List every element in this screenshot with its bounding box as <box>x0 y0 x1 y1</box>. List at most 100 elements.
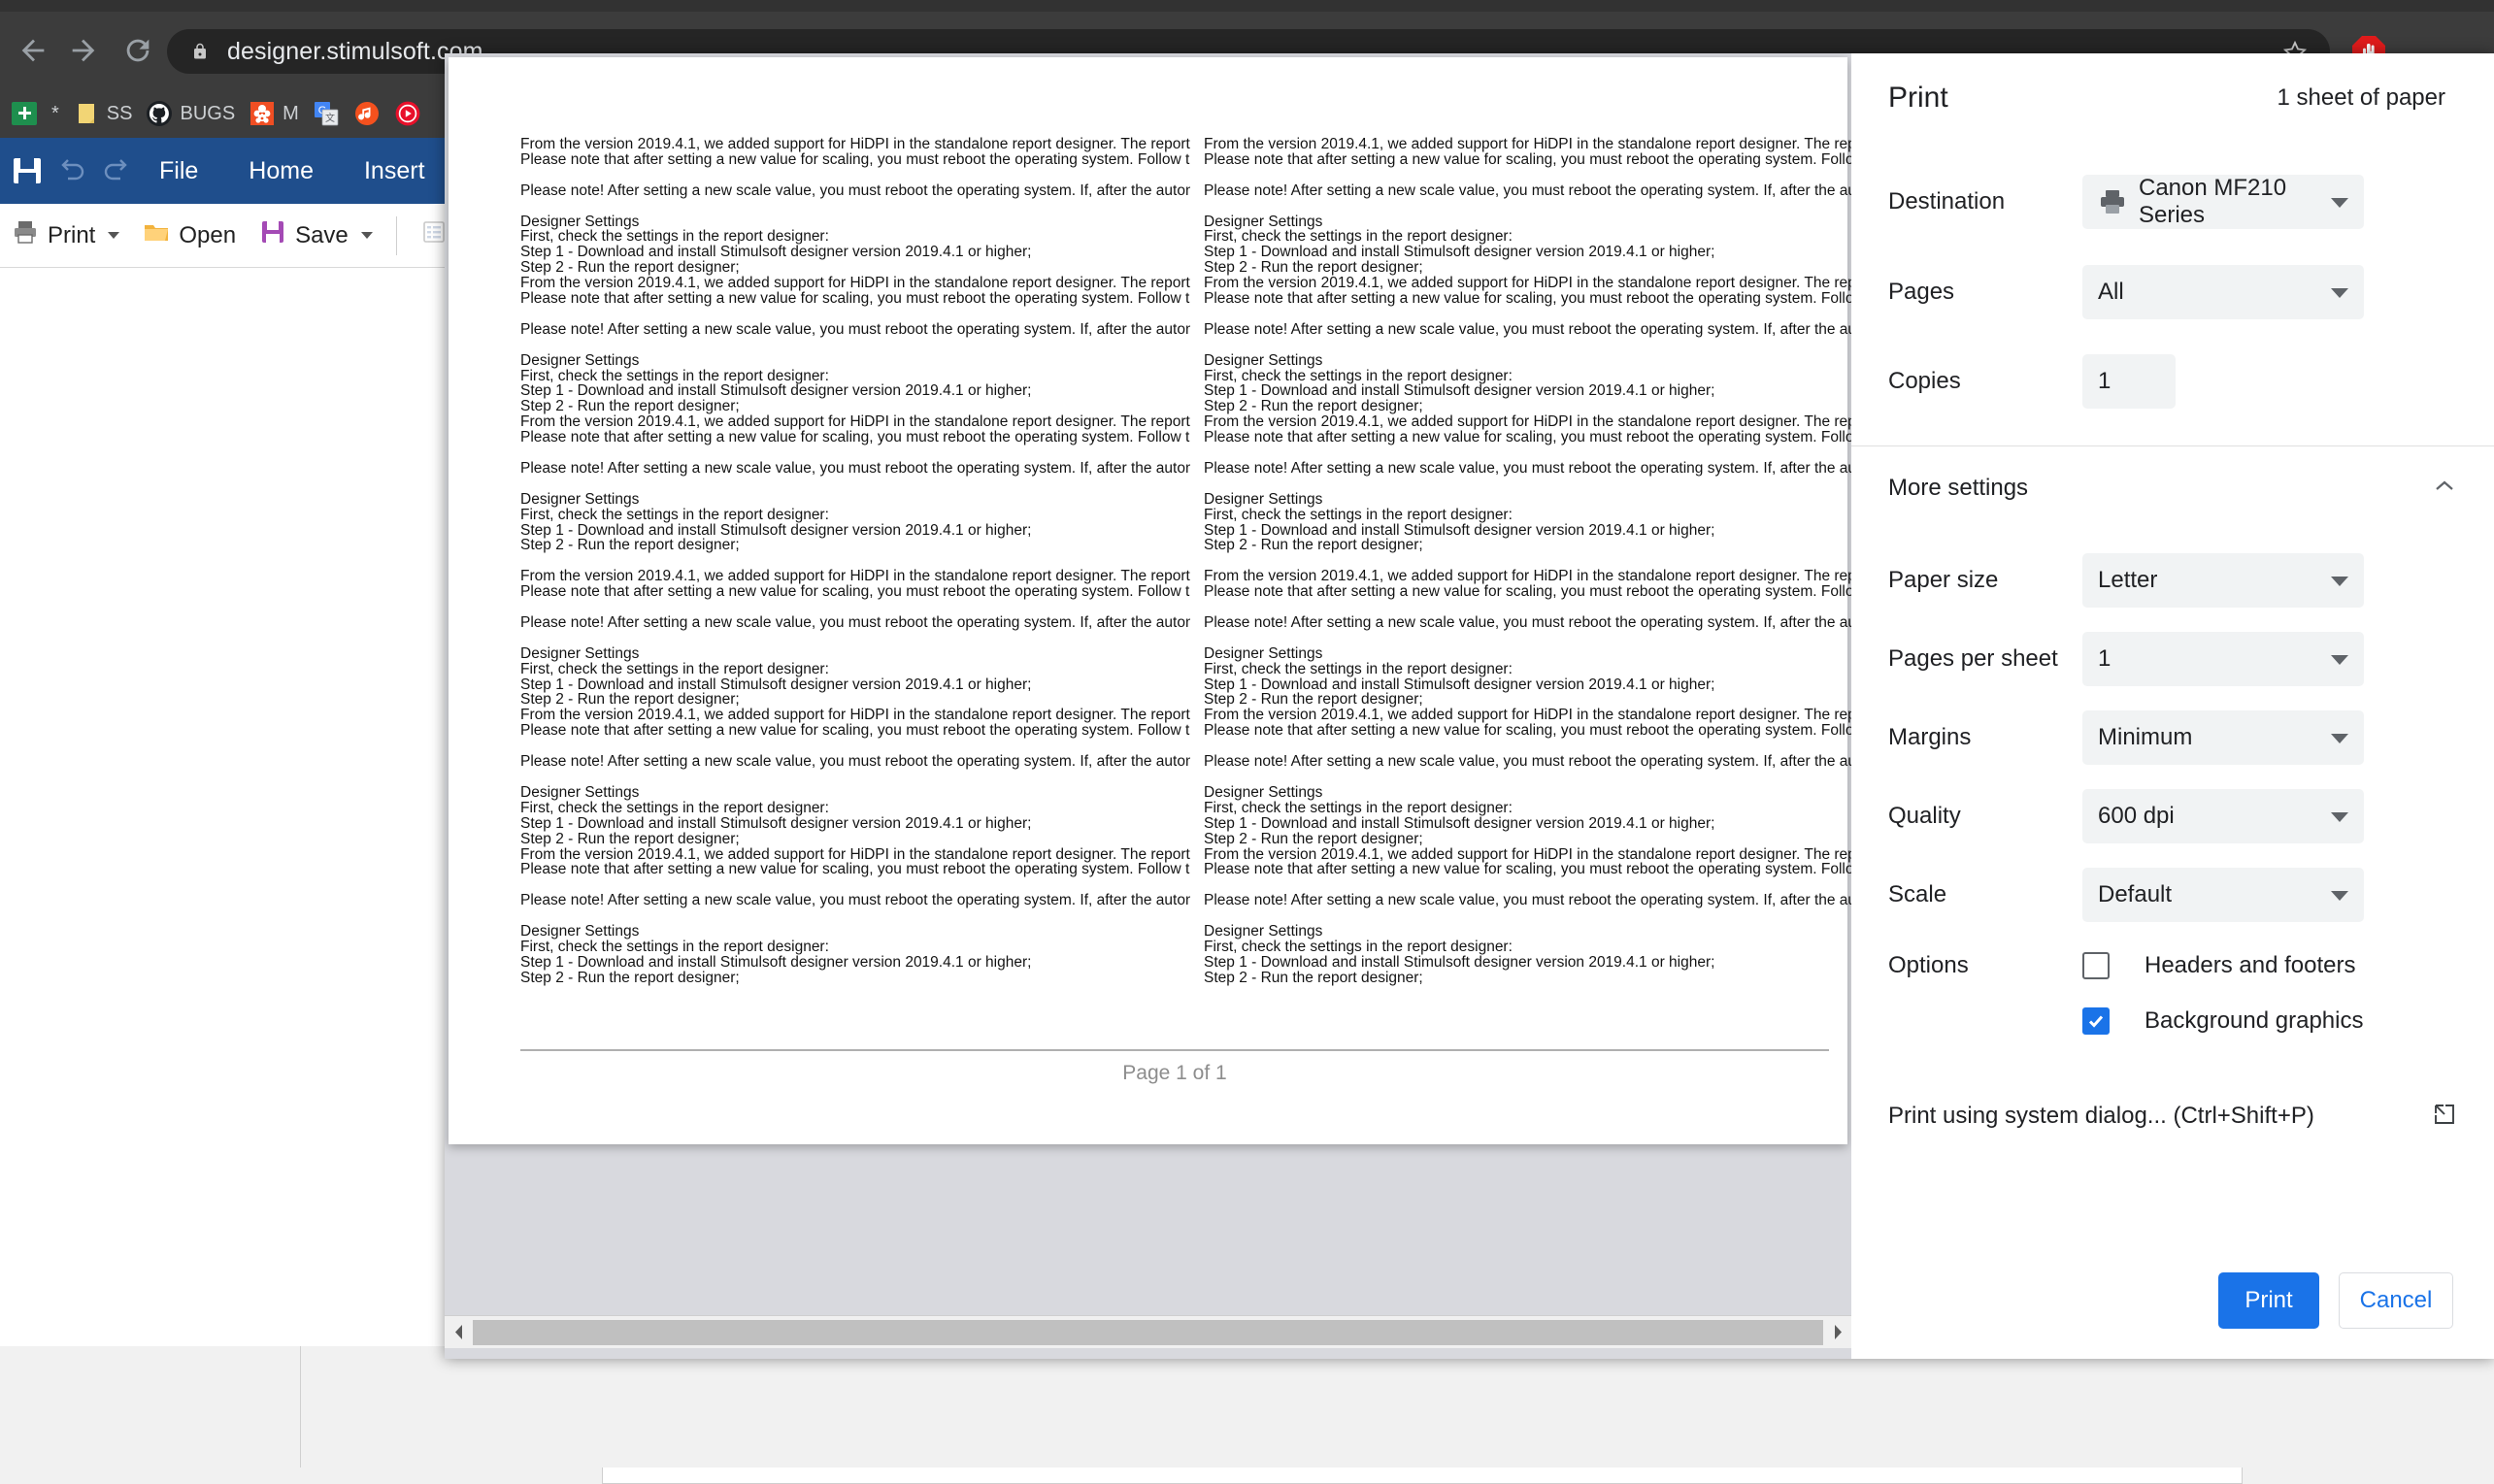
bookmark-label: M <box>283 102 299 124</box>
doc-line: Please note that after setting a new val… <box>1204 722 1851 740</box>
save-button[interactable]: Save <box>248 212 384 260</box>
doc-line: Step 1 - Download and install Stimulsoft… <box>520 382 1032 400</box>
redo-icon[interactable] <box>99 153 134 188</box>
ribbon-tab-file[interactable]: File <box>134 157 223 185</box>
doc-blank-line <box>1204 199 1851 214</box>
doc-line: First, check the settings in the report … <box>520 506 829 523</box>
print-using-system-dialog-link[interactable]: Print using system dialog... (Ctrl+Shift… <box>1888 1097 2457 1136</box>
doc-blank-line <box>1204 553 1851 569</box>
doc-line: First, check the settings in the report … <box>520 228 829 246</box>
doc-line: Step 2 - Run the report designer; <box>520 830 740 847</box>
save-disk-icon[interactable] <box>10 153 45 188</box>
doc-blank-line <box>520 600 1190 615</box>
ribbon-tab-insert[interactable]: Insert <box>339 157 450 185</box>
doc-line: Step 2 - Run the report designer; <box>520 691 740 709</box>
chevron-down-icon <box>2331 577 2348 586</box>
print-button[interactable]: Print <box>2218 1272 2319 1329</box>
pages-per-sheet-label: Pages per sheet <box>1888 645 2058 672</box>
bookmark-item-m[interactable]: M <box>242 93 306 134</box>
headers-and-footers-checkbox[interactable] <box>2082 952 2110 979</box>
doc-line: Step 2 - Run the report designer; <box>1204 969 1423 986</box>
more-settings-toggle[interactable]: More settings <box>1888 465 2457 511</box>
doc-line: Step 2 - Run the report designer; <box>1204 691 1423 709</box>
preview-horizontal-scrollbar[interactable] <box>445 1315 1851 1348</box>
doc-line: From the version 2019.4.1, we added supp… <box>520 568 1190 585</box>
print-settings-panel: Print 1 sheet of paper Destination Canon… <box>1851 53 2494 1359</box>
options-label: Options <box>1888 952 1969 978</box>
print-preview-area: From the version 2019.4.1, we added supp… <box>445 53 1851 1359</box>
chevron-down-icon[interactable] <box>108 232 120 239</box>
scroll-right-arrow-icon[interactable] <box>1824 1316 1851 1348</box>
quality-label: Quality <box>1888 803 1961 829</box>
svg-text:文: 文 <box>325 112 335 124</box>
doc-line: First, check the settings in the report … <box>1204 506 1513 523</box>
tab-strip[interactable] <box>0 0 2494 12</box>
bookmark-item-youtube-music[interactable] <box>387 93 428 134</box>
chevron-down-icon[interactable] <box>360 232 373 239</box>
ribbon-tab-home[interactable]: Home <box>223 157 339 185</box>
doc-blank-line <box>1204 445 1851 461</box>
print-button[interactable]: Print <box>0 212 131 260</box>
bookmark-item-excel[interactable] <box>4 93 45 134</box>
doc-line: Step 1 - Download and install Stimulsoft… <box>520 244 1032 261</box>
doc-line: Please note! After setting a new scale v… <box>1204 753 1851 771</box>
doc-line: Please note that after setting a new val… <box>520 722 1190 740</box>
bookmark-item-translate[interactable]: G文 <box>306 93 347 134</box>
back-button[interactable] <box>8 25 58 76</box>
copies-value: 1 <box>2098 368 2112 394</box>
doc-line: From the version 2019.4.1, we added supp… <box>520 137 1190 152</box>
google-translate-icon: G文 <box>313 100 340 127</box>
pages-select[interactable]: All <box>2082 265 2364 319</box>
doc-blank-line <box>520 199 1190 214</box>
margins-value: Minimum <box>2098 724 2193 750</box>
doc-line: First, check the settings in the report … <box>1204 799 1513 816</box>
paper-size-select[interactable]: Letter <box>2082 553 2364 608</box>
bookmark-label: * <box>51 102 59 124</box>
bookmark-item-bugs[interactable]: BUGS <box>139 93 242 134</box>
forward-button[interactable] <box>58 25 109 76</box>
chevron-up-icon[interactable] <box>2432 474 2457 504</box>
doc-line: Please note! After setting a new scale v… <box>520 753 1190 771</box>
bookmark-item-asterisk[interactable]: * <box>45 93 66 134</box>
external-link-icon[interactable] <box>2432 1102 2457 1132</box>
background-graphics-checkbox[interactable] <box>2082 1007 2110 1035</box>
youtube-music-icon <box>394 100 421 127</box>
doc-line: From the version 2019.4.1, we added supp… <box>1204 568 1851 585</box>
doc-line: Step 1 - Download and install Stimulsoft… <box>1204 953 1715 971</box>
lion-favicon <box>249 100 276 127</box>
reload-button[interactable] <box>113 25 163 76</box>
scrollbar-thumb[interactable] <box>473 1319 1823 1345</box>
doc-line: From the version 2019.4.1, we added supp… <box>1204 845 1851 863</box>
doc-line: Designer Settings <box>1204 351 1323 369</box>
doc-line: Designer Settings <box>1204 644 1323 662</box>
cancel-button[interactable]: Cancel <box>2339 1272 2453 1329</box>
pages-per-sheet-select[interactable]: 1 <box>2082 632 2364 686</box>
doc-line: Step 2 - Run the report designer; <box>1204 537 1423 554</box>
toolbar-divider <box>395 215 397 255</box>
scroll-left-arrow-icon[interactable] <box>445 1316 472 1348</box>
bookmark-item-ss[interactable]: SS <box>66 93 140 134</box>
paper-size-row: Paper size Letter <box>1888 553 2457 608</box>
doc-line: First, check the settings in the report … <box>1204 660 1513 677</box>
preview-page-columns: From the version 2019.4.1, we added supp… <box>520 137 1851 1049</box>
quality-select[interactable]: 600 dpi <box>2082 789 2364 843</box>
open-button[interactable]: Open <box>131 212 248 260</box>
destination-select[interactable]: Canon MF210 Series <box>2082 175 2364 229</box>
doc-line: Please note! After setting a new scale v… <box>520 181 1190 199</box>
doc-blank-line <box>1204 908 1851 924</box>
preview-column-right: From the version 2019.4.1, we added supp… <box>1204 137 1851 1049</box>
doc-line: Please note! After setting a new scale v… <box>520 320 1190 338</box>
pages-row: Pages All <box>1888 265 2457 319</box>
doc-line: Step 2 - Run the report designer; <box>520 969 740 986</box>
doc-blank-line <box>520 877 1190 893</box>
undo-icon[interactable] <box>54 153 89 188</box>
scale-select[interactable]: Default <box>2082 868 2364 922</box>
margins-select[interactable]: Minimum <box>2082 710 2364 765</box>
doc-line: Please note! After setting a new scale v… <box>1204 613 1851 631</box>
copies-input[interactable]: 1 <box>2082 354 2176 409</box>
bookmark-item-music[interactable] <box>347 93 387 134</box>
destination-value: Canon MF210 Series <box>2139 175 2287 228</box>
doc-line: Designer Settings <box>520 644 640 662</box>
margins-label: Margins <box>1888 724 1972 750</box>
copies-label: Copies <box>1888 368 1961 394</box>
